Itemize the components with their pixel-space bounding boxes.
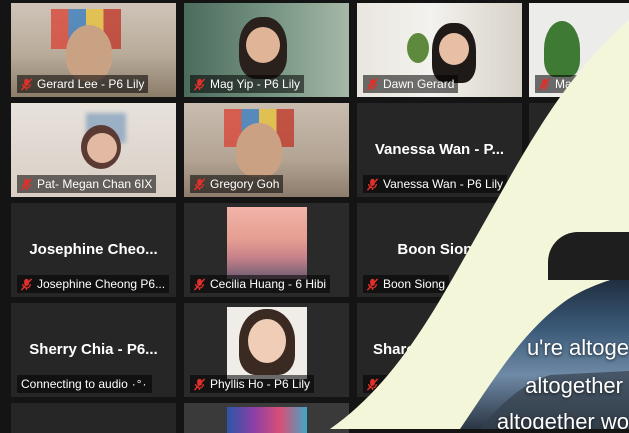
profile-picture bbox=[227, 407, 307, 433]
participant-display-name: Josephine Cheo... bbox=[29, 240, 158, 258]
participant-display-name: Boon Siong bbox=[397, 240, 482, 258]
participant-name-label: Josephine Cheong P6... bbox=[17, 275, 170, 293]
participant-tile-cecilia-huang[interactable]: Cecilia Huang - 6 Hibi bbox=[184, 203, 349, 297]
plant bbox=[407, 33, 429, 63]
participant-display-name: Sherry Chia - P6... bbox=[29, 340, 158, 358]
participant-tile-gregory-goh[interactable]: Gregory Goh bbox=[184, 103, 349, 197]
mic-muted-icon bbox=[193, 78, 206, 91]
participant-tile-sherry-chia[interactable]: Sherry Chia - P6... Connecting to audio ·… bbox=[11, 303, 176, 397]
participant-status-label: Connecting to audio ·°· bbox=[17, 375, 152, 393]
mic-muted-icon bbox=[193, 278, 206, 291]
participant-tile-dawn-gerard[interactable]: Dawn Gerard bbox=[357, 3, 522, 97]
participant-name-label: Mag Yip - P6 Lily bbox=[190, 75, 305, 93]
participant-name-label: Gregory Goh bbox=[190, 175, 284, 193]
participant-display-name: Vanessa Wan - P... bbox=[374, 140, 505, 158]
mic-muted-icon bbox=[193, 178, 206, 191]
participant-name-label: Pat- Megan Chan 6IX bbox=[17, 175, 157, 193]
participant-tile-mag-yip[interactable]: Mag Yip - P6 Lily bbox=[184, 3, 349, 97]
lyrics-video-banner: u're altoge altogether altogether wo bbox=[420, 275, 629, 429]
lyric-line-2: altogether bbox=[525, 373, 623, 398]
mic-muted-icon bbox=[366, 178, 379, 191]
mic-muted-icon bbox=[20, 278, 33, 291]
participant-tile-pat-megan-chan[interactable]: Pat- Megan Chan 6IX bbox=[11, 103, 176, 197]
participant-tile-vanessa-wan[interactable]: Vanessa Wan - P... Vanessa Wan - P6 Lily bbox=[357, 103, 522, 197]
participant-name-label: Cecilia Huang - 6 Hibi bbox=[190, 275, 331, 293]
mic-muted-icon bbox=[366, 278, 379, 291]
participant-tile-marga[interactable]: Marga bbox=[529, 3, 629, 97]
plant bbox=[544, 21, 580, 77]
profile-picture bbox=[227, 207, 307, 279]
mic-muted-icon bbox=[20, 78, 33, 91]
mic-muted-icon bbox=[193, 378, 206, 391]
mic-muted-icon bbox=[366, 78, 379, 91]
participant-name-label: Marga bbox=[535, 75, 594, 93]
mic-muted-icon bbox=[366, 378, 379, 391]
participant-name-label: Dawn Gerard bbox=[363, 75, 459, 93]
lyric-line-3: altogether wo bbox=[496, 409, 629, 429]
lyric-line-1: u're altoge bbox=[526, 335, 629, 360]
participant-name-label: Gerard Lee - P6 Lily bbox=[17, 75, 149, 93]
participant-video bbox=[236, 123, 282, 177]
mic-muted-icon bbox=[538, 78, 551, 91]
participant-name-label: Phyllis Ho - P6 Lily bbox=[190, 375, 315, 393]
participant-tile-gerard-lee[interactable]: Gerard Lee - P6 Lily bbox=[11, 3, 176, 97]
mic-muted-icon bbox=[20, 178, 33, 191]
banner-top-bar bbox=[548, 232, 629, 280]
participant-tile-empty-r2 bbox=[529, 103, 629, 197]
participant-tile-josephine-cheong[interactable]: Josephine Cheo... Josephine Cheong P6... bbox=[11, 203, 176, 297]
participant-name-label: Sharo bbox=[363, 375, 420, 393]
participant-video bbox=[66, 25, 112, 81]
participant-tile-phyllis-ho[interactable]: Phyllis Ho - P6 Lily bbox=[184, 303, 349, 397]
participant-name-label: Vanessa Wan - P6 Lily bbox=[363, 175, 508, 193]
connecting-dots-icon: ·°· bbox=[131, 377, 148, 391]
